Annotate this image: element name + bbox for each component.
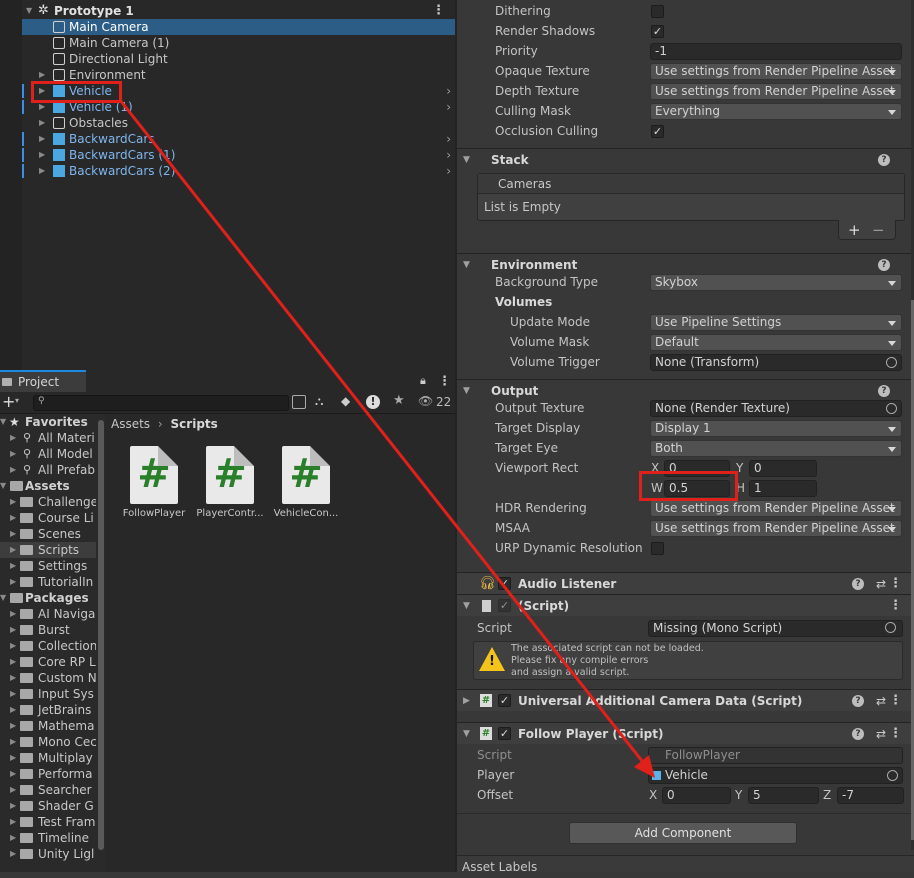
annotation-arrow-line (118, 99, 648, 767)
annotation-arrow-head (634, 755, 655, 778)
annotation-arrow (118, 99, 655, 778)
